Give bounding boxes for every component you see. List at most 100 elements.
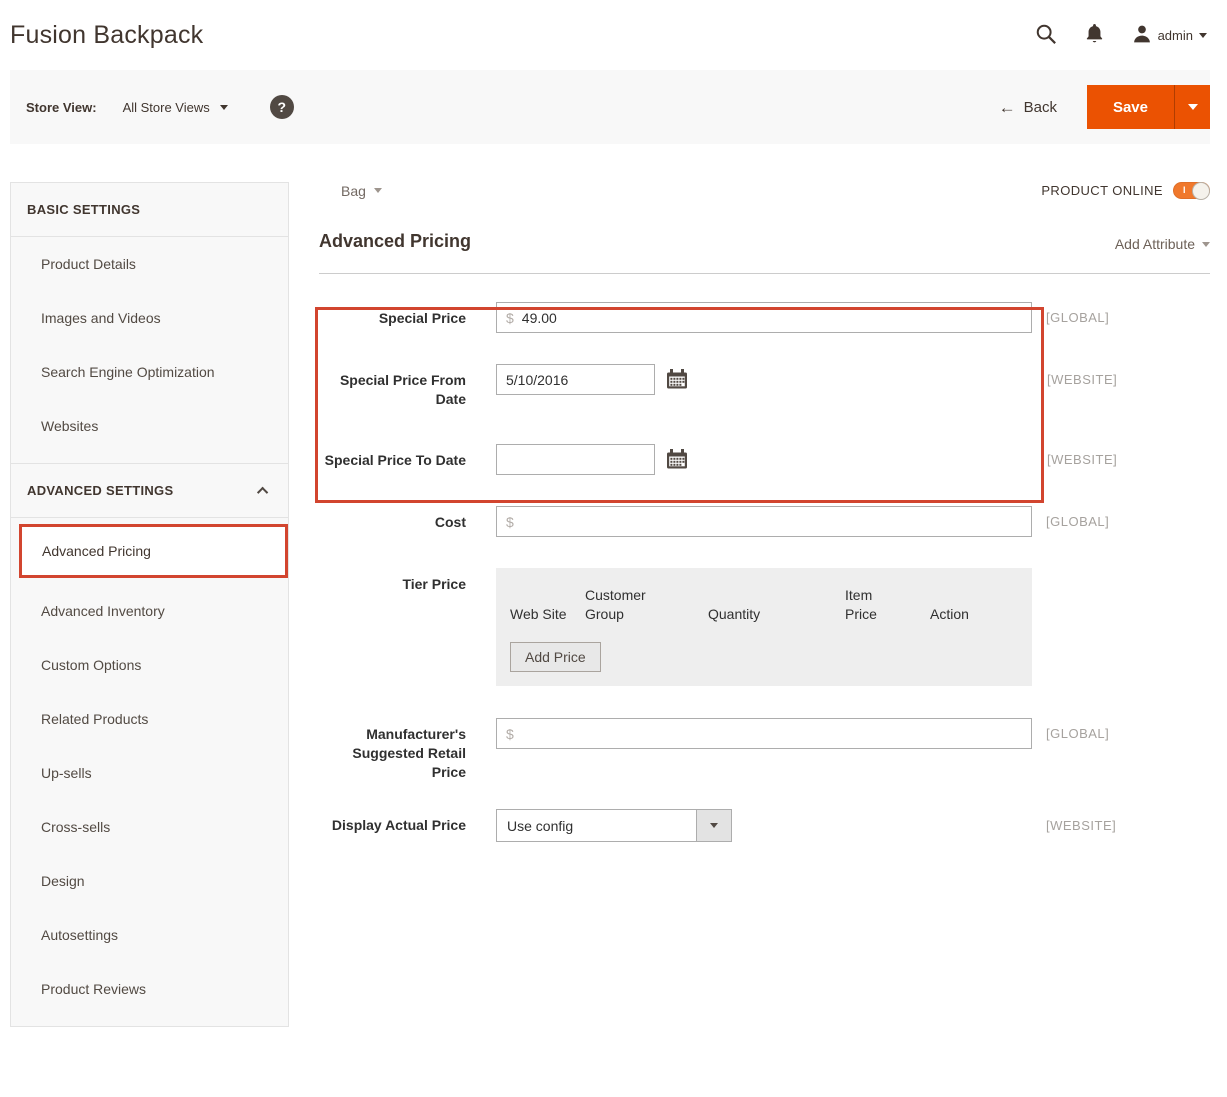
- save-button[interactable]: Save: [1087, 85, 1174, 129]
- special-price-from-scope: [WEBSITE]: [1047, 372, 1117, 387]
- add-attribute-label: Add Attribute: [1115, 236, 1195, 252]
- sidebar-item-advanced-pricing[interactable]: Advanced Pricing: [19, 524, 288, 578]
- store-view-label: Store View:: [26, 100, 97, 115]
- sidebar-item-custom-options[interactable]: Custom Options: [11, 638, 288, 692]
- sidebar-spacer: [11, 453, 288, 463]
- toolbar-right: ← Back Save: [999, 85, 1210, 129]
- tier-price-panel: Web Site Customer Group Quantity Item Pr…: [496, 568, 1032, 686]
- header-actions: admin: [1035, 23, 1207, 48]
- save-split-button: Save: [1087, 85, 1210, 129]
- special-price-from-row: Special Price From Date [WEBSITE]: [319, 364, 1210, 409]
- tier-col-customer-group: Customer Group: [585, 586, 665, 624]
- sidebar-item-cross-sells[interactable]: Cross-sells: [11, 800, 288, 854]
- basic-settings-title: BASIC SETTINGS: [27, 202, 140, 217]
- special-price-to-calendar-button[interactable]: [666, 449, 689, 470]
- chevron-down-icon: [1188, 104, 1198, 110]
- sidebar-item-websites[interactable]: Websites: [11, 399, 288, 453]
- tier-price-headers: Web Site Customer Group Quantity Item Pr…: [510, 582, 1018, 624]
- sidebar-section-advanced-settings[interactable]: ADVANCED SETTINGS: [11, 463, 288, 518]
- chevron-down-icon: [1199, 33, 1207, 38]
- display-actual-price-value: Use config: [497, 810, 696, 841]
- chevron-up-icon: [257, 486, 268, 497]
- tier-col-quantity: Quantity: [708, 605, 845, 624]
- special-price-from-calendar-button[interactable]: [666, 369, 689, 390]
- sidebar: BASIC SETTINGS Product Details Images an…: [10, 182, 289, 1027]
- sidebar-item-product-details[interactable]: Product Details: [11, 237, 288, 291]
- tier-price-control: Web Site Customer Group Quantity Item Pr…: [496, 568, 1032, 686]
- sidebar-item-up-sells[interactable]: Up-sells: [11, 746, 288, 800]
- main-top-row: Bag PRODUCT ONLINE I: [319, 182, 1210, 199]
- special-price-from-input-box: [496, 364, 655, 395]
- special-price-scope: [GLOBAL]: [1046, 310, 1109, 325]
- sidebar-item-autosettings[interactable]: Autosettings: [11, 908, 288, 962]
- main-panel: Bag PRODUCT ONLINE I Advanced Pricing Ad…: [319, 182, 1210, 842]
- advanced-settings-title: ADVANCED SETTINGS: [27, 483, 173, 498]
- msrp-label: Manufacturer's Suggested Retail Price: [319, 718, 466, 782]
- calendar-icon: [666, 458, 689, 473]
- tier-col-web-site: Web Site: [510, 605, 567, 624]
- special-price-from-control: [WEBSITE]: [496, 364, 1117, 395]
- cost-input[interactable]: [522, 514, 1022, 530]
- toggle-knob: [1192, 182, 1210, 200]
- sidebar-item-related-products[interactable]: Related Products: [11, 692, 288, 746]
- cost-label: Cost: [319, 506, 466, 532]
- user-icon: [1132, 24, 1152, 47]
- special-price-row: Special Price $ [GLOBAL]: [319, 302, 1210, 333]
- search-icon: [1035, 23, 1057, 48]
- chevron-down-icon: [710, 823, 718, 828]
- store-view-value: All Store Views: [123, 100, 210, 115]
- search-button[interactable]: [1035, 23, 1057, 48]
- currency-prefix: $: [506, 726, 514, 742]
- special-price-input[interactable]: [522, 310, 1022, 326]
- back-arrow-icon: ←: [999, 99, 1016, 116]
- back-button[interactable]: ← Back: [999, 99, 1057, 116]
- select-dropdown-button: [696, 810, 731, 841]
- product-online-control: PRODUCT ONLINE I: [1041, 182, 1210, 199]
- attribute-set-name: Bag: [341, 183, 366, 199]
- sidebar-spacer: [11, 1016, 288, 1026]
- special-price-control: $ [GLOBAL]: [496, 302, 1109, 333]
- admin-user-menu[interactable]: admin: [1132, 24, 1207, 47]
- msrp-row: Manufacturer's Suggested Retail Price $ …: [319, 718, 1210, 782]
- add-price-button[interactable]: Add Price: [510, 642, 601, 672]
- special-price-to-input[interactable]: [506, 452, 645, 468]
- admin-username: admin: [1158, 28, 1193, 43]
- sidebar-item-search-engine-optimization[interactable]: Search Engine Optimization: [11, 345, 288, 399]
- display-actual-price-control: Use config [WEBSITE]: [496, 809, 1116, 842]
- chevron-down-icon: [220, 105, 228, 110]
- chevron-down-icon: [374, 188, 382, 193]
- display-actual-price-select[interactable]: Use config: [496, 809, 732, 842]
- msrp-input[interactable]: [522, 726, 1022, 742]
- display-actual-price-scope: [WEBSITE]: [1046, 818, 1116, 833]
- msrp-input-box: $: [496, 718, 1032, 749]
- special-price-label: Special Price: [319, 302, 466, 328]
- cost-input-box: $: [496, 506, 1032, 537]
- product-online-toggle[interactable]: I: [1173, 182, 1210, 199]
- special-price-from-input[interactable]: [506, 372, 645, 388]
- special-price-input-box: $: [496, 302, 1032, 333]
- sidebar-item-design[interactable]: Design: [11, 854, 288, 908]
- display-actual-price-label: Display Actual Price: [319, 809, 466, 835]
- advanced-pricing-form: Special Price $ [GLOBAL] Special Price F…: [319, 302, 1210, 842]
- special-price-to-control: [WEBSITE]: [496, 444, 1117, 475]
- add-attribute-button[interactable]: Add Attribute: [1115, 236, 1210, 252]
- currency-prefix: $: [506, 514, 514, 530]
- section-header-row: Advanced Pricing Add Attribute: [319, 231, 1210, 274]
- back-label: Back: [1024, 99, 1057, 116]
- attribute-set-switcher[interactable]: Bag: [341, 183, 382, 199]
- display-actual-price-row: Display Actual Price Use config [WEBSITE…: [319, 809, 1210, 842]
- sidebar-item-images-and-videos[interactable]: Images and Videos: [11, 291, 288, 345]
- help-button[interactable]: ?: [270, 95, 294, 119]
- sidebar-item-advanced-inventory[interactable]: Advanced Inventory: [11, 584, 288, 638]
- sidebar-item-product-reviews[interactable]: Product Reviews: [11, 962, 288, 1016]
- save-options-button[interactable]: [1174, 85, 1210, 129]
- special-price-to-label: Special Price To Date: [319, 444, 466, 470]
- msrp-control: $ [GLOBAL]: [496, 718, 1109, 749]
- tier-col-item-price: Item Price: [845, 586, 907, 624]
- notifications-button[interactable]: [1085, 23, 1104, 47]
- section-title: Advanced Pricing: [319, 231, 471, 252]
- currency-prefix: $: [506, 310, 514, 326]
- bell-icon: [1085, 23, 1104, 47]
- sidebar-section-basic-settings: BASIC SETTINGS: [11, 183, 288, 237]
- store-view-switcher[interactable]: All Store Views: [123, 100, 228, 115]
